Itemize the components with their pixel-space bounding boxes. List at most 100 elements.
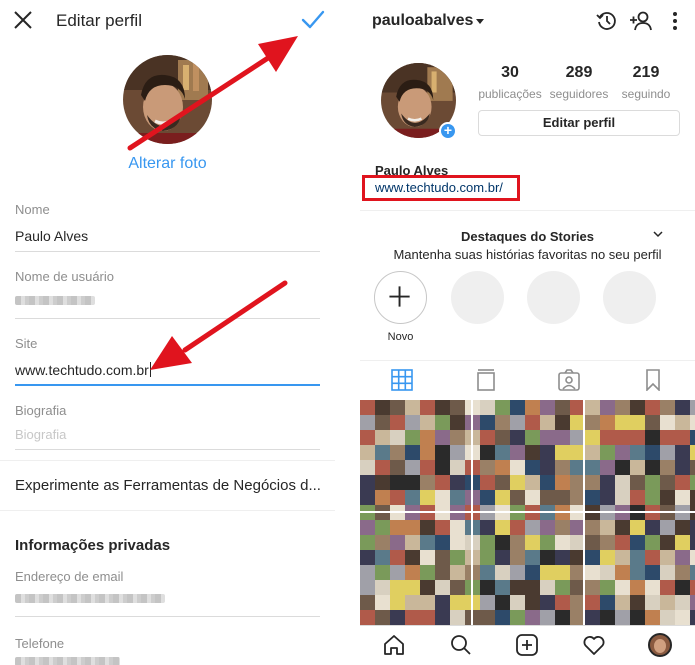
profile-icon[interactable] [648, 633, 672, 657]
post-thumbnail-pixel [375, 430, 390, 445]
post-thumbnail-pixel [555, 580, 570, 595]
post-thumbnail-pixel [450, 610, 465, 625]
post-thumbnail-pixel [480, 415, 495, 430]
post-thumbnail-pixel [615, 520, 630, 535]
post-thumbnail-pixel [480, 520, 495, 535]
activity-icon[interactable] [582, 633, 606, 657]
post-thumbnail-pixel [690, 400, 695, 415]
post-thumbnail-pixel [630, 580, 645, 595]
post-thumbnail-pixel [690, 445, 695, 460]
phone-field[interactable] [15, 657, 120, 665]
post-thumbnail-pixel [600, 430, 615, 445]
post-thumbnail-pixel [375, 520, 390, 535]
post-thumbnail-pixel [495, 610, 510, 625]
post-thumbnail-pixel [360, 520, 375, 535]
saved-icon[interactable] [641, 369, 665, 391]
post-thumbnail-pixel [375, 565, 390, 580]
post-thumbnail-pixel [540, 595, 555, 610]
post-thumbnail-pixel [555, 565, 570, 580]
post-thumbnail-pixel [645, 460, 660, 475]
post-thumbnail-pixel [540, 415, 555, 430]
more-options-icon[interactable] [668, 10, 682, 32]
tagged-icon[interactable] [557, 369, 581, 391]
post-thumbnail-pixel [510, 580, 525, 595]
profile-header: pauloabalves [360, 0, 695, 42]
post-thumbnail-pixel [555, 610, 570, 625]
post-thumbnail-pixel [525, 475, 540, 490]
post-thumbnail-pixel [630, 595, 645, 610]
post-thumbnail-pixel [630, 460, 645, 475]
post-thumbnail-pixel [390, 460, 405, 475]
discover-people-icon[interactable] [628, 10, 654, 32]
stat-followers[interactable]: 289 seguidores [544, 64, 614, 101]
search-icon[interactable] [449, 633, 473, 657]
post-thumbnail-pixel [615, 490, 630, 505]
post-thumbnail-pixel [435, 520, 450, 535]
post-thumbnail-pixel [645, 550, 660, 565]
new-highlight-button[interactable] [374, 271, 427, 324]
grid-gap [360, 511, 695, 513]
stat-posts[interactable]: 30 publicações [475, 64, 545, 101]
username-field[interactable] [15, 296, 95, 305]
post-thumbnail-pixel [420, 415, 435, 430]
name-field[interactable]: Paulo Alves [15, 228, 88, 244]
stat-following[interactable]: 219 seguindo [611, 64, 681, 101]
chevron-down-icon[interactable] [653, 229, 663, 239]
grid-icon[interactable] [390, 369, 414, 391]
post-thumbnail-pixel [510, 595, 525, 610]
post-thumbnail-pixel [645, 565, 660, 580]
post-thumbnail-pixel [405, 580, 420, 595]
post-thumbnail-pixel [660, 595, 675, 610]
post-thumbnail-pixel [555, 400, 570, 415]
post-thumbnail-pixel [375, 490, 390, 505]
site-field-underline [15, 384, 320, 386]
post-thumbnail-pixel [615, 445, 630, 460]
post-thumbnail-pixel [435, 430, 450, 445]
change-photo-link[interactable]: Alterar foto [0, 155, 335, 173]
profile-tabs [360, 364, 695, 398]
post-thumbnail-pixel [375, 460, 390, 475]
igtv-icon[interactable] [474, 369, 498, 391]
highlights-title: Destaques do Stories [461, 229, 594, 244]
profile-screen: pauloabalves + 30 publicações 289 seguid… [360, 0, 695, 665]
post-thumbnail-pixel [495, 550, 510, 565]
post-thumbnail-pixel [495, 460, 510, 475]
post-thumbnail-pixel [660, 475, 675, 490]
post-thumbnail-pixel [645, 430, 660, 445]
site-field[interactable]: www.techtudo.com.br [15, 362, 151, 378]
account-switch-chevron-icon[interactable] [476, 19, 484, 24]
post-thumbnail-pixel [615, 430, 630, 445]
post-thumbnail-pixel [690, 490, 695, 505]
edit-profile-button[interactable]: Editar perfil [478, 110, 680, 136]
post-thumbnail-pixel [675, 550, 690, 565]
post-thumbnail-pixel [360, 475, 375, 490]
username-title[interactable]: pauloabalves [372, 12, 473, 30]
bio-field[interactable]: Biografia [15, 427, 66, 442]
archive-icon[interactable] [596, 10, 618, 32]
post-thumbnail-pixel [510, 400, 525, 415]
post-thumbnail-pixel [555, 415, 570, 430]
post-thumbnail-pixel [375, 415, 390, 430]
post-thumbnail-pixel [585, 400, 600, 415]
post-thumbnail-pixel [555, 430, 570, 445]
website-link[interactable]: www.techtudo.com.br/ [375, 180, 503, 195]
home-icon[interactable] [382, 633, 406, 657]
post-thumbnail-pixel [435, 445, 450, 460]
post-thumbnail-pixel [525, 445, 540, 460]
email-field[interactable] [15, 594, 165, 603]
post-thumbnail-pixel [585, 535, 600, 550]
check-icon[interactable] [300, 8, 326, 32]
post-thumbnail-pixel [405, 400, 420, 415]
post-thumbnail-pixel [390, 580, 405, 595]
add-story-plus-icon[interactable]: + [439, 122, 457, 140]
business-tools-link[interactable]: Experimente as Ferramentas de Negócios d… [15, 477, 320, 494]
close-icon[interactable] [12, 9, 34, 31]
profile-photo[interactable] [123, 55, 212, 144]
post-thumbnail-pixel [645, 535, 660, 550]
posts-grid[interactable] [360, 400, 695, 625]
post-thumbnail-pixel [600, 610, 615, 625]
posts-count: 30 [501, 64, 519, 81]
post-thumbnail-pixel [645, 520, 660, 535]
new-post-icon[interactable] [515, 633, 539, 657]
post-thumbnail-pixel [600, 400, 615, 415]
